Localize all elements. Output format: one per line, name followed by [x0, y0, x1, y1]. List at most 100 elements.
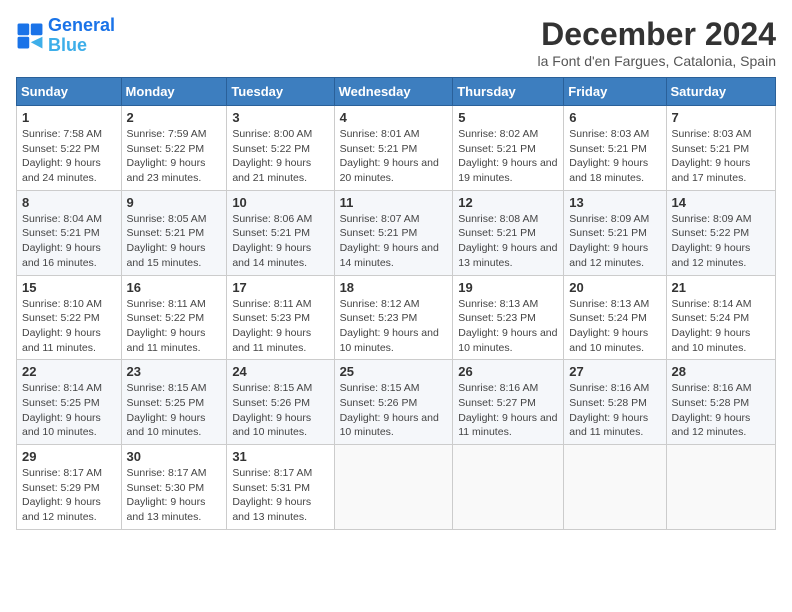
day-detail: Sunrise: 8:00 AM Sunset: 5:22 PM Dayligh…: [232, 127, 328, 186]
day-detail: Sunrise: 8:14 AM Sunset: 5:25 PM Dayligh…: [22, 381, 116, 440]
day-number: 22: [22, 364, 116, 379]
calendar-cell: 5 Sunrise: 8:02 AM Sunset: 5:21 PM Daylig…: [453, 106, 564, 191]
day-detail: Sunrise: 8:02 AM Sunset: 5:21 PM Dayligh…: [458, 127, 558, 186]
logo-text: GeneralBlue: [48, 16, 115, 56]
day-number: 15: [22, 280, 116, 295]
day-number: 31: [232, 449, 328, 464]
day-number: 9: [127, 195, 222, 210]
column-header-saturday: Saturday: [666, 78, 775, 106]
calendar-cell: [334, 445, 453, 530]
day-number: 12: [458, 195, 558, 210]
calendar-cell: 3 Sunrise: 8:00 AM Sunset: 5:22 PM Daylig…: [227, 106, 334, 191]
calendar-week-row: 22 Sunrise: 8:14 AM Sunset: 5:25 PM Dayli…: [17, 360, 776, 445]
day-number: 11: [340, 195, 448, 210]
column-header-tuesday: Tuesday: [227, 78, 334, 106]
calendar-cell: 1 Sunrise: 7:58 AM Sunset: 5:22 PM Daylig…: [17, 106, 122, 191]
calendar-cell: 29Sunrise: 8:17 AM Sunset: 5:29 PM Dayli…: [17, 445, 122, 530]
day-number: 18: [340, 280, 448, 295]
day-number: 16: [127, 280, 222, 295]
day-number: 2: [127, 110, 222, 125]
day-number: 10: [232, 195, 328, 210]
calendar-cell: 26 Sunrise: 8:16 AM Sunset: 5:27 PM Dayli…: [453, 360, 564, 445]
calendar-cell: 6 Sunrise: 8:03 AM Sunset: 5:21 PM Daylig…: [564, 106, 666, 191]
day-detail: Sunrise: 8:08 AM Sunset: 5:21 PM Dayligh…: [458, 212, 558, 271]
column-header-friday: Friday: [564, 78, 666, 106]
day-detail: Sunrise: 8:15 AM Sunset: 5:26 PM Dayligh…: [340, 381, 448, 440]
day-detail: Sunrise: 8:09 AM Sunset: 5:22 PM Dayligh…: [672, 212, 770, 271]
calendar-cell: 30Sunrise: 8:17 AM Sunset: 5:30 PM Dayli…: [121, 445, 227, 530]
day-number: 27: [569, 364, 660, 379]
calendar-cell: 17 Sunrise: 8:11 AM Sunset: 5:23 PM Dayli…: [227, 275, 334, 360]
day-detail: Sunrise: 8:07 AM Sunset: 5:21 PM Dayligh…: [340, 212, 448, 271]
month-title: December 2024: [538, 16, 777, 53]
calendar-table: SundayMondayTuesdayWednesdayThursdayFrid…: [16, 77, 776, 530]
location-title: la Font d'en Fargues, Catalonia, Spain: [538, 53, 777, 69]
day-detail: Sunrise: 8:12 AM Sunset: 5:23 PM Dayligh…: [340, 297, 448, 356]
day-number: 23: [127, 364, 222, 379]
logo: GeneralBlue: [16, 16, 115, 56]
calendar-cell: 23 Sunrise: 8:15 AM Sunset: 5:25 PM Dayli…: [121, 360, 227, 445]
title-block: December 2024 la Font d'en Fargues, Cata…: [538, 16, 777, 69]
day-number: 21: [672, 280, 770, 295]
calendar-cell: 28 Sunrise: 8:16 AM Sunset: 5:28 PM Dayli…: [666, 360, 775, 445]
calendar-cell: 18 Sunrise: 8:12 AM Sunset: 5:23 PM Dayli…: [334, 275, 453, 360]
day-detail: Sunrise: 7:58 AM Sunset: 5:22 PM Dayligh…: [22, 127, 116, 186]
day-number: 20: [569, 280, 660, 295]
day-number: 17: [232, 280, 328, 295]
calendar-cell: 2Sunrise: 7:59 AM Sunset: 5:22 PM Daylig…: [121, 106, 227, 191]
day-number: 3: [232, 110, 328, 125]
calendar-cell: 15 Sunrise: 8:10 AM Sunset: 5:22 PM Dayli…: [17, 275, 122, 360]
day-detail: Sunrise: 8:15 AM Sunset: 5:25 PM Dayligh…: [127, 381, 222, 440]
day-detail: Sunrise: 8:03 AM Sunset: 5:21 PM Dayligh…: [569, 127, 660, 186]
column-header-wednesday: Wednesday: [334, 78, 453, 106]
calendar-cell: 20 Sunrise: 8:13 AM Sunset: 5:24 PM Dayli…: [564, 275, 666, 360]
day-number: 13: [569, 195, 660, 210]
day-detail: Sunrise: 8:16 AM Sunset: 5:27 PM Dayligh…: [458, 381, 558, 440]
day-detail: Sunrise: 8:03 AM Sunset: 5:21 PM Dayligh…: [672, 127, 770, 186]
day-detail: Sunrise: 8:13 AM Sunset: 5:23 PM Dayligh…: [458, 297, 558, 356]
day-detail: Sunrise: 8:01 AM Sunset: 5:21 PM Dayligh…: [340, 127, 448, 186]
column-header-thursday: Thursday: [453, 78, 564, 106]
day-detail: Sunrise: 8:04 AM Sunset: 5:21 PM Dayligh…: [22, 212, 116, 271]
day-number: 26: [458, 364, 558, 379]
calendar-cell: 14 Sunrise: 8:09 AM Sunset: 5:22 PM Dayli…: [666, 190, 775, 275]
day-detail: Sunrise: 8:11 AM Sunset: 5:23 PM Dayligh…: [232, 297, 328, 356]
calendar-cell: 31 Sunrise: 8:17 AM Sunset: 5:31 PM Dayli…: [227, 445, 334, 530]
calendar-cell: 8Sunrise: 8:04 AM Sunset: 5:21 PM Daylig…: [17, 190, 122, 275]
calendar-cell: 10 Sunrise: 8:06 AM Sunset: 5:21 PM Dayli…: [227, 190, 334, 275]
day-detail: Sunrise: 8:15 AM Sunset: 5:26 PM Dayligh…: [232, 381, 328, 440]
day-number: 7: [672, 110, 770, 125]
day-number: 5: [458, 110, 558, 125]
day-number: 30: [127, 449, 222, 464]
day-number: 14: [672, 195, 770, 210]
day-detail: Sunrise: 8:11 AM Sunset: 5:22 PM Dayligh…: [127, 297, 222, 356]
day-number: 29: [22, 449, 116, 464]
day-detail: Sunrise: 8:16 AM Sunset: 5:28 PM Dayligh…: [672, 381, 770, 440]
calendar-week-row: 1 Sunrise: 7:58 AM Sunset: 5:22 PM Daylig…: [17, 106, 776, 191]
calendar-cell: 24 Sunrise: 8:15 AM Sunset: 5:26 PM Dayli…: [227, 360, 334, 445]
calendar-cell: 16 Sunrise: 8:11 AM Sunset: 5:22 PM Dayli…: [121, 275, 227, 360]
day-number: 19: [458, 280, 558, 295]
page-header: GeneralBlue December 2024 la Font d'en F…: [16, 16, 776, 69]
calendar-cell: 12 Sunrise: 8:08 AM Sunset: 5:21 PM Dayli…: [453, 190, 564, 275]
day-detail: Sunrise: 8:05 AM Sunset: 5:21 PM Dayligh…: [127, 212, 222, 271]
day-number: 28: [672, 364, 770, 379]
calendar-cell: 13Sunrise: 8:09 AM Sunset: 5:21 PM Dayli…: [564, 190, 666, 275]
calendar-cell: 22 Sunrise: 8:14 AM Sunset: 5:25 PM Dayli…: [17, 360, 122, 445]
day-detail: Sunrise: 8:17 AM Sunset: 5:31 PM Dayligh…: [232, 466, 328, 525]
day-detail: Sunrise: 8:06 AM Sunset: 5:21 PM Dayligh…: [232, 212, 328, 271]
calendar-cell: 4Sunrise: 8:01 AM Sunset: 5:21 PM Daylig…: [334, 106, 453, 191]
day-detail: Sunrise: 8:10 AM Sunset: 5:22 PM Dayligh…: [22, 297, 116, 356]
day-number: 6: [569, 110, 660, 125]
calendar-cell: 11 Sunrise: 8:07 AM Sunset: 5:21 PM Dayli…: [334, 190, 453, 275]
day-detail: Sunrise: 8:16 AM Sunset: 5:28 PM Dayligh…: [569, 381, 660, 440]
day-detail: Sunrise: 8:13 AM Sunset: 5:24 PM Dayligh…: [569, 297, 660, 356]
calendar-cell: 19 Sunrise: 8:13 AM Sunset: 5:23 PM Dayli…: [453, 275, 564, 360]
day-number: 1: [22, 110, 116, 125]
calendar-cell: 7 Sunrise: 8:03 AM Sunset: 5:21 PM Daylig…: [666, 106, 775, 191]
day-number: 24: [232, 364, 328, 379]
calendar-week-row: 29Sunrise: 8:17 AM Sunset: 5:29 PM Dayli…: [17, 445, 776, 530]
calendar-cell: [453, 445, 564, 530]
calendar-cell: 9 Sunrise: 8:05 AM Sunset: 5:21 PM Daylig…: [121, 190, 227, 275]
column-header-sunday: Sunday: [17, 78, 122, 106]
